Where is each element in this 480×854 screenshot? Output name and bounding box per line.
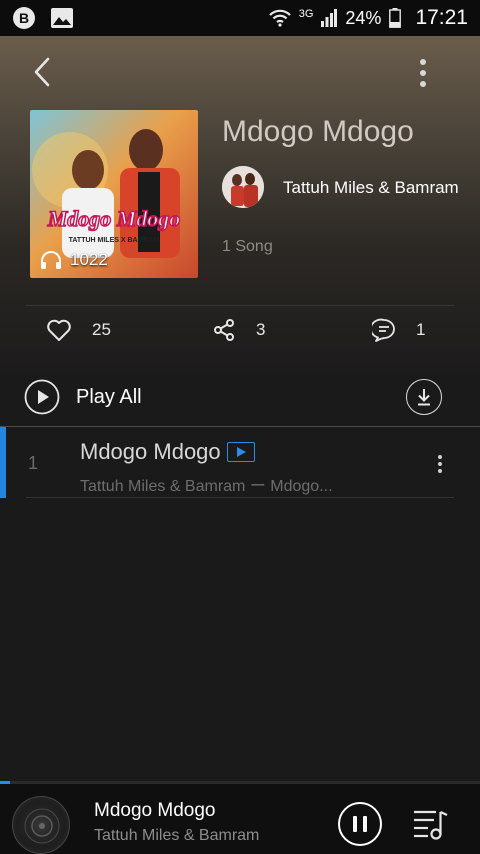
comment-button[interactable]: 1 (372, 318, 425, 342)
comment-count: 1 (416, 320, 426, 339)
action-bar: 25 3 1 (0, 318, 480, 356)
play-all-button[interactable]: Play All (24, 379, 142, 415)
track-more-icon[interactable] (436, 455, 444, 473)
clock: 17:21 (415, 6, 468, 29)
divider (26, 305, 454, 306)
now-playing-artist: Tattuh Miles & Bamram (94, 827, 260, 844)
listen-count: 1022 (40, 250, 108, 270)
wifi-icon (268, 9, 291, 27)
album-cover[interactable]: Mdogo Mdogo TATTUH MILES X BAMRAM 1022 (30, 110, 198, 278)
track-title-row: Mdogo Mdogo (80, 439, 255, 465)
song-count: 1 Song (222, 238, 273, 255)
mv-video-icon[interactable] (226, 442, 255, 462)
back-arrow-icon[interactable] (28, 54, 58, 90)
share-count: 3 (256, 320, 266, 339)
list-item[interactable]: 1 Mdogo Mdogo Tattuh Miles & Bamram ー Md… (0, 427, 480, 498)
svg-text:Mdogo Mdogo: Mdogo Mdogo (47, 206, 181, 231)
like-count: 25 (92, 320, 111, 339)
artist-name[interactable]: Tattuh Miles & Bamram (283, 178, 459, 198)
status-bar: B 3G 24% 17:21 (0, 0, 480, 36)
album-title: Mdogo Mdogo (222, 115, 414, 148)
disc-icon[interactable] (12, 796, 70, 854)
share-icon (214, 319, 234, 341)
pause-button[interactable] (338, 802, 382, 846)
battery-percent: 24% (345, 7, 382, 28)
battery-icon (389, 8, 402, 28)
play-all-label: Play All (76, 385, 142, 408)
now-playing-indicator (0, 427, 6, 498)
comment-icon (372, 318, 395, 342)
mini-player[interactable]: Mdogo Mdogo Tattuh Miles & Bamram (0, 784, 480, 854)
signal-icon (321, 9, 338, 27)
share-button[interactable]: 3 (212, 318, 265, 342)
download-button[interactable] (406, 379, 442, 415)
b-app-icon: B (13, 7, 35, 29)
divider (26, 497, 454, 498)
play-circle-icon (24, 379, 60, 415)
track-title: Mdogo Mdogo (80, 439, 221, 464)
listen-count-value: 1022 (70, 250, 108, 269)
like-button[interactable]: 25 (46, 318, 111, 342)
playlist-queue-icon[interactable] (412, 806, 450, 842)
track-subtitle: Tattuh Miles & Bamram ー Mdogo... (80, 478, 333, 495)
more-vertical-icon[interactable] (410, 56, 436, 90)
artist-avatar-image (222, 166, 264, 208)
svg-text:B: B (19, 10, 29, 26)
download-icon (418, 389, 430, 406)
headphones-icon (41, 251, 61, 269)
track-number: 1 (28, 453, 39, 473)
svg-text:TATTUH MILES X BAMRAM: TATTUH MILES X BAMRAM (69, 237, 160, 244)
now-playing-title: Mdogo Mdogo (94, 800, 216, 821)
gallery-icon (51, 8, 73, 28)
network-type: 3G (298, 8, 314, 20)
play-all-row: Play All (0, 374, 480, 422)
avatar[interactable] (222, 166, 264, 208)
heart-icon (47, 319, 71, 341)
